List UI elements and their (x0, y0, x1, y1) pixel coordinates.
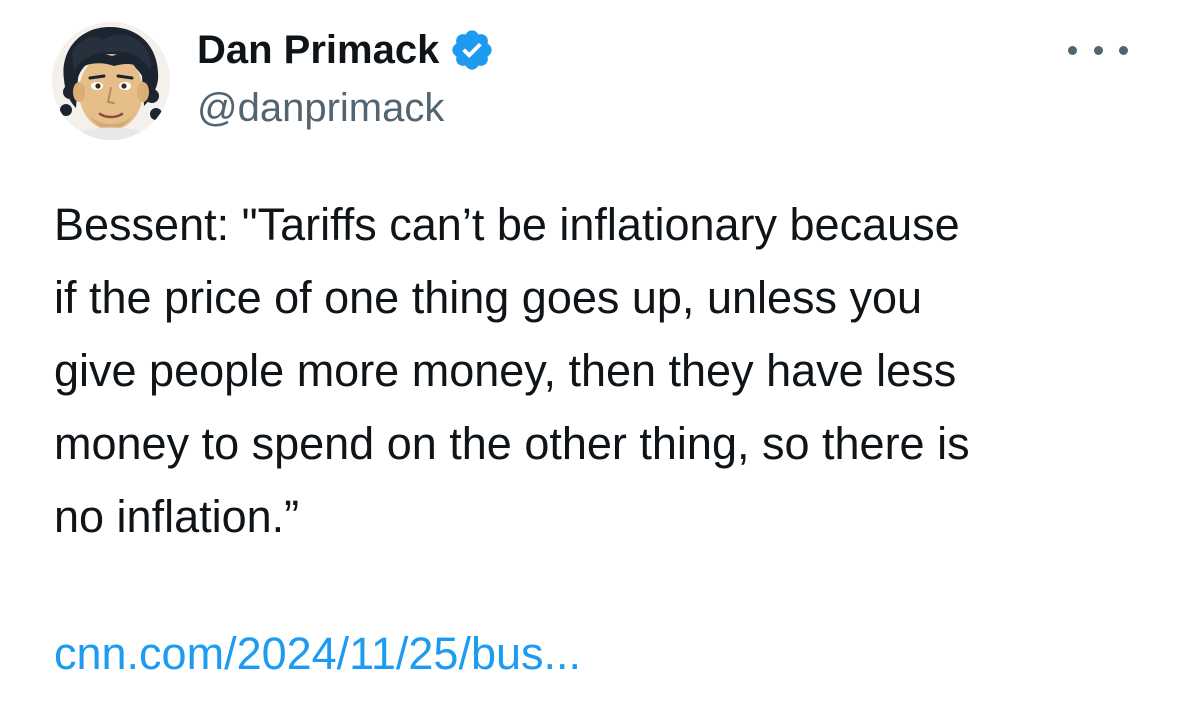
tweet-link[interactable]: cnn.com/2024/11/25/bus... (54, 622, 581, 686)
more-dot (1093, 45, 1103, 55)
more-dot (1068, 45, 1077, 55)
tweet-text: Bessent: "Tariffs can’t be inflationary … (54, 199, 970, 542)
verified-badge-icon[interactable] (449, 27, 495, 73)
tweet-card: Dan Primack @danprimack Bessent: "Tariff… (0, 0, 1179, 726)
more-options-icon[interactable] (1068, 34, 1128, 66)
avatar-portrait-icon (52, 22, 170, 140)
author-handle[interactable]: @danprimack (197, 84, 444, 132)
more-dot (1119, 45, 1128, 55)
author-display-name[interactable]: Dan Primack (197, 26, 439, 74)
avatar[interactable] (52, 22, 170, 140)
author-name-row: Dan Primack (197, 26, 495, 74)
